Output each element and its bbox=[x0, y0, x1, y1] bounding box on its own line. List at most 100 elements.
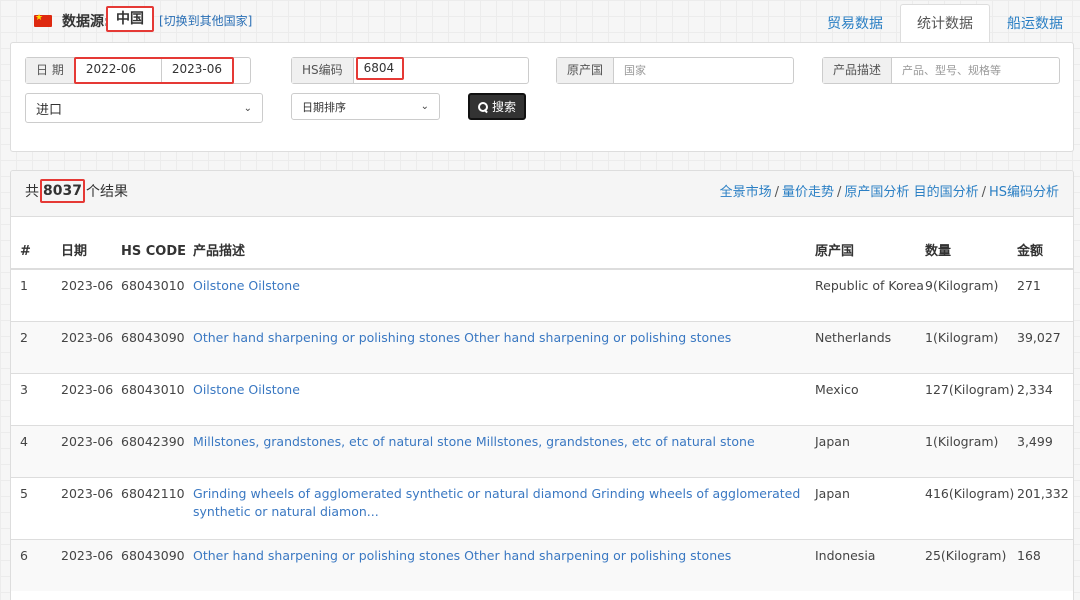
table-row: 3 2023-06 68043010 Oilstone Oilstone Mex… bbox=[11, 372, 1073, 425]
result-count: 共 8037 个结果 bbox=[25, 179, 128, 203]
row-quantity: 127(Kilogram) bbox=[925, 372, 1017, 425]
col-header-date: 日期 bbox=[61, 217, 121, 270]
col-header-index: # bbox=[11, 217, 61, 270]
row-amount: 201,332 bbox=[1017, 476, 1073, 539]
row-quantity: 9(Kilogram) bbox=[925, 268, 1017, 321]
col-header-hs-code: HS CODE bbox=[121, 217, 193, 270]
row-quantity: 416(Kilogram) bbox=[925, 476, 1017, 539]
sort-select[interactable]: 日期排序 ⌄ bbox=[291, 93, 440, 120]
sort-value: 日期排序 bbox=[302, 100, 346, 114]
link-hs-code-analysis[interactable]: HS编码分析 bbox=[989, 185, 1059, 200]
chevron-down-icon: ⌄ bbox=[420, 101, 429, 112]
row-index: 1 bbox=[11, 268, 61, 321]
result-count-prefix: 共 bbox=[25, 184, 39, 200]
row-quantity: 1(Kilogram) bbox=[925, 424, 1017, 477]
row-product-desc-link[interactable]: Millstones, grandstones, etc of natural … bbox=[193, 434, 755, 449]
china-flag-icon: ★ bbox=[34, 13, 52, 27]
table-row: 6 2023-06 68043090 Other hand sharpening… bbox=[11, 538, 1073, 591]
link-panorama-market[interactable]: 全景市场 bbox=[720, 185, 772, 200]
col-header-quantity: 数量 bbox=[925, 217, 1017, 270]
table-header-row: # 日期 HS CODE 产品描述 原产国 数量 金额 bbox=[11, 217, 1073, 270]
product-desc-input[interactable]: 产品、型号、规格等 bbox=[892, 58, 1059, 83]
row-date: 2023-06 bbox=[61, 372, 121, 425]
row-date: 2023-06 bbox=[61, 424, 121, 477]
row-index: 5 bbox=[11, 476, 61, 539]
row-hs-code: 68043010 bbox=[121, 372, 193, 425]
row-product-desc-link[interactable]: Other hand sharpening or polishing stone… bbox=[193, 330, 731, 345]
trade-type-value: 进口 bbox=[36, 102, 63, 118]
row-date: 2023-06 bbox=[61, 476, 121, 539]
data-source-label: 数据源: bbox=[62, 14, 110, 30]
date-range-group: 日 期 2022-06 2023-06 bbox=[25, 57, 251, 84]
row-date: 2023-06 bbox=[61, 538, 121, 591]
row-origin: Japan bbox=[815, 476, 925, 539]
date-to-input[interactable]: 2023-06 bbox=[162, 59, 232, 82]
data-type-tabs: 贸易数据 统计数据 船运数据 bbox=[810, 4, 1080, 42]
row-product-desc-link[interactable]: Oilstone Oilstone bbox=[193, 382, 300, 397]
row-product-desc-link[interactable]: Oilstone Oilstone bbox=[193, 278, 300, 293]
row-amount: 3,499 bbox=[1017, 424, 1073, 477]
row-product-desc-link[interactable]: Grinding wheels of agglomerated syntheti… bbox=[193, 486, 800, 519]
search-button-label: 搜索 bbox=[491, 100, 516, 114]
row-origin: Japan bbox=[815, 424, 925, 477]
result-count-value: 8037 bbox=[40, 179, 85, 203]
row-hs-code: 68043090 bbox=[121, 320, 193, 373]
origin-label: 原产国 bbox=[557, 58, 615, 83]
row-hs-code: 68042110 bbox=[121, 476, 193, 539]
filter-panel: 日 期 2022-06 2023-06 HS编码 6804 原产国 国家 产品描… bbox=[10, 42, 1074, 152]
date-label: 日 期 bbox=[26, 58, 75, 83]
date-range-highlight: 2022-06 2023-06 bbox=[73, 57, 234, 84]
row-origin: Mexico bbox=[815, 372, 925, 425]
origin-group: 原产国 国家 bbox=[556, 57, 794, 84]
row-index: 4 bbox=[11, 424, 61, 477]
row-hs-code: 68043090 bbox=[121, 538, 193, 591]
row-product-desc-link[interactable]: Other hand sharpening or polishing stone… bbox=[193, 548, 731, 563]
product-desc-label: 产品描述 bbox=[823, 58, 893, 83]
search-button[interactable]: 搜索 bbox=[468, 93, 526, 120]
row-quantity: 25(Kilogram) bbox=[925, 538, 1017, 591]
link-price-trend[interactable]: 量价走势 bbox=[782, 185, 834, 200]
col-header-amount: 金额 bbox=[1017, 217, 1073, 270]
row-hs-code: 68043010 bbox=[121, 268, 193, 321]
origin-input[interactable]: 国家 bbox=[614, 58, 793, 83]
product-desc-group: 产品描述 产品、型号、规格等 bbox=[822, 57, 1060, 84]
top-bar: ★ 数据源: 中国 [切换到其他国家] 贸易数据 统计数据 船运数据 bbox=[0, 0, 1080, 42]
row-origin: Indonesia bbox=[815, 538, 925, 591]
row-amount: 39,027 bbox=[1017, 320, 1073, 373]
results-table: # 日期 HS CODE 产品描述 原产国 数量 金额 1 2023-06 68… bbox=[11, 217, 1073, 591]
row-origin: Republic of Korea bbox=[815, 268, 925, 321]
col-header-origin: 原产国 bbox=[815, 217, 925, 270]
result-count-suffix: 个结果 bbox=[85, 184, 128, 200]
table-row: 4 2023-06 68042390 Millstones, grandston… bbox=[11, 424, 1073, 477]
chevron-down-icon: ⌄ bbox=[243, 102, 252, 114]
data-source-country: 中国 bbox=[106, 6, 154, 32]
hs-code-input[interactable]: 6804 bbox=[355, 57, 404, 80]
row-date: 2023-06 bbox=[61, 320, 121, 373]
trade-type-select[interactable]: 进口 ⌄ bbox=[25, 93, 263, 123]
table-row: 5 2023-06 68042110 Grinding wheels of ag… bbox=[11, 476, 1073, 539]
row-index: 6 bbox=[11, 538, 61, 591]
row-index: 2 bbox=[11, 320, 61, 373]
results-header: 共 8037 个结果 全景市场 / 量价走势 / 原产国分析 目的国分析 / HS编码分析 bbox=[11, 171, 1073, 217]
row-amount: 271 bbox=[1017, 268, 1073, 321]
link-destination-analysis[interactable]: 目的国分析 bbox=[914, 185, 979, 200]
row-index: 3 bbox=[11, 372, 61, 425]
row-quantity: 1(Kilogram) bbox=[925, 320, 1017, 373]
link-origin-analysis[interactable]: 原产国分析 bbox=[844, 185, 909, 200]
col-header-product-desc: 产品描述 bbox=[193, 217, 815, 270]
analysis-links: 全景市场 / 量价走势 / 原产国分析 目的国分析 / HS编码分析 bbox=[719, 185, 1059, 200]
hs-code-label: HS编码 bbox=[292, 58, 354, 83]
hs-code-group: HS编码 6804 bbox=[291, 57, 529, 84]
search-icon bbox=[477, 101, 488, 112]
table-row: 2 2023-06 68043090 Other hand sharpening… bbox=[11, 320, 1073, 373]
switch-country-link[interactable]: [切换到其他国家] bbox=[159, 12, 252, 29]
row-origin: Netherlands bbox=[815, 320, 925, 373]
date-from-input[interactable]: 2022-06 bbox=[76, 59, 162, 82]
tab-statistics-data[interactable]: 统计数据 bbox=[900, 4, 990, 42]
tab-shipping-data[interactable]: 船运数据 bbox=[990, 4, 1080, 42]
row-amount: 168 bbox=[1017, 538, 1073, 591]
tab-trade-data[interactable]: 贸易数据 bbox=[810, 4, 900, 42]
results-panel: 共 8037 个结果 全景市场 / 量价走势 / 原产国分析 目的国分析 / HS编码分析 … bbox=[10, 170, 1074, 600]
table-row: 1 2023-06 68043010 Oilstone Oilstone Rep… bbox=[11, 268, 1073, 321]
row-date: 2023-06 bbox=[61, 268, 121, 321]
